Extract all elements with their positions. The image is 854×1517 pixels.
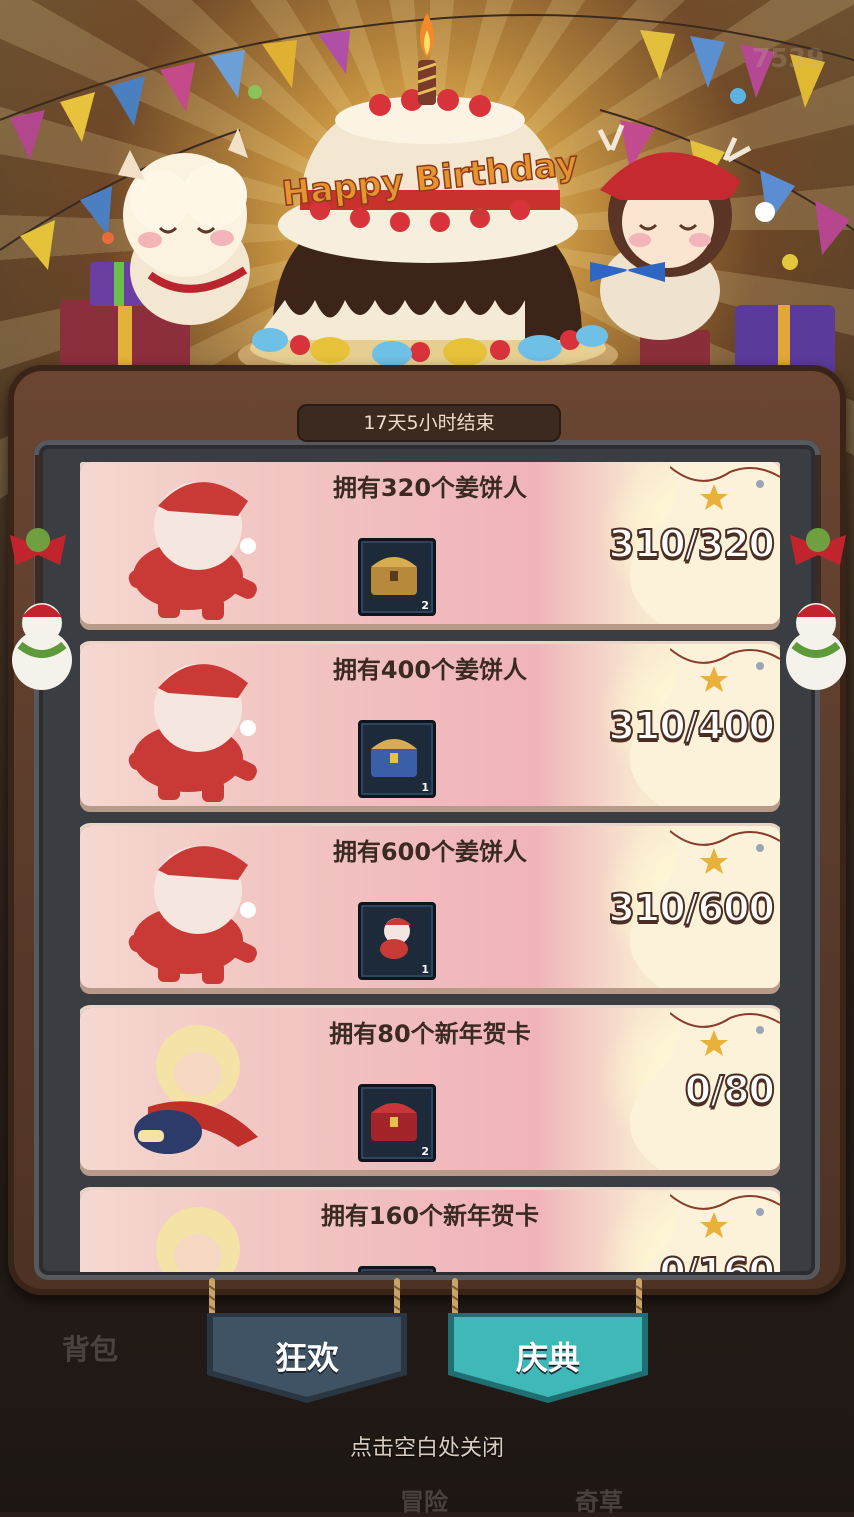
tab-carnival[interactable]: 狂欢 [207, 1305, 407, 1405]
tab-label: 狂欢 [274, 1339, 339, 1377]
reward-title: 拥有320个姜饼人 [332, 474, 528, 502]
progress-count: 310/320 [607, 521, 776, 567]
red-chest-icon [371, 1103, 417, 1141]
reward-quantity: 1 [421, 781, 429, 794]
reward-card[interactable]: 拥有600个姜饼人 1 310/600 [80, 826, 780, 988]
sheep-character-icon [118, 128, 250, 325]
reward-quantity: 1 [421, 963, 429, 976]
gingerbread-santa-icon [380, 918, 411, 959]
bag-label: 背包 [62, 1333, 119, 1366]
reward-item-slot[interactable]: 1 [358, 902, 436, 980]
reward-card[interactable]: 拥有320个姜饼人 2 310/320 [80, 462, 780, 624]
tab-celebration[interactable]: 庆典 [448, 1305, 648, 1405]
reward-quantity: 2 [421, 599, 429, 612]
reward-list[interactable]: 拥有320个姜饼人 2 310/320 拥有400个姜饼人 1 310/400 … [80, 462, 780, 1272]
blue-gold-chest-icon [371, 739, 417, 777]
close-hint[interactable]: 点击空白处关闭 [0, 1430, 854, 1462]
tab-label: 庆典 [515, 1339, 580, 1377]
reward-title: 拥有400个姜饼人 [332, 656, 528, 684]
reward-card[interactable]: 拥有80个新年贺卡 2 0/80 [80, 1008, 780, 1170]
reward-quantity: 2 [421, 1145, 429, 1158]
gold-chest-icon [371, 557, 417, 595]
reward-chest-slot[interactable]: 1 [358, 720, 436, 798]
reward-title: 拥有160个新年贺卡 [320, 1202, 540, 1230]
reward-chest-slot[interactable]: 2 [358, 538, 436, 616]
event-timer: 17天5小时结束 [297, 404, 561, 442]
reward-title: 拥有600个姜饼人 [332, 838, 528, 866]
progress-count: 310/600 [607, 885, 776, 931]
birthday-cake-icon: Happy Birthday [238, 13, 618, 389]
reward-title: 拥有80个新年贺卡 [329, 1020, 531, 1048]
reward-chest-slot[interactable] [358, 1266, 436, 1272]
left-snowman-ornament-icon [10, 455, 72, 690]
right-snowman-ornament-icon [786, 455, 846, 690]
reward-card[interactable]: 拥有400个姜饼人 1 310/400 [80, 644, 780, 806]
reward-chest-slot[interactable]: 2 [358, 1084, 436, 1162]
progress-count: 0/80 [684, 1067, 776, 1113]
progress-count: 310/400 [607, 703, 776, 749]
birthday-scene: Happy Birthday [60, 13, 835, 389]
reward-card[interactable]: 拥有160个新年贺卡 0/160 [80, 1190, 780, 1272]
progress-count: 0/160 [658, 1249, 776, 1272]
